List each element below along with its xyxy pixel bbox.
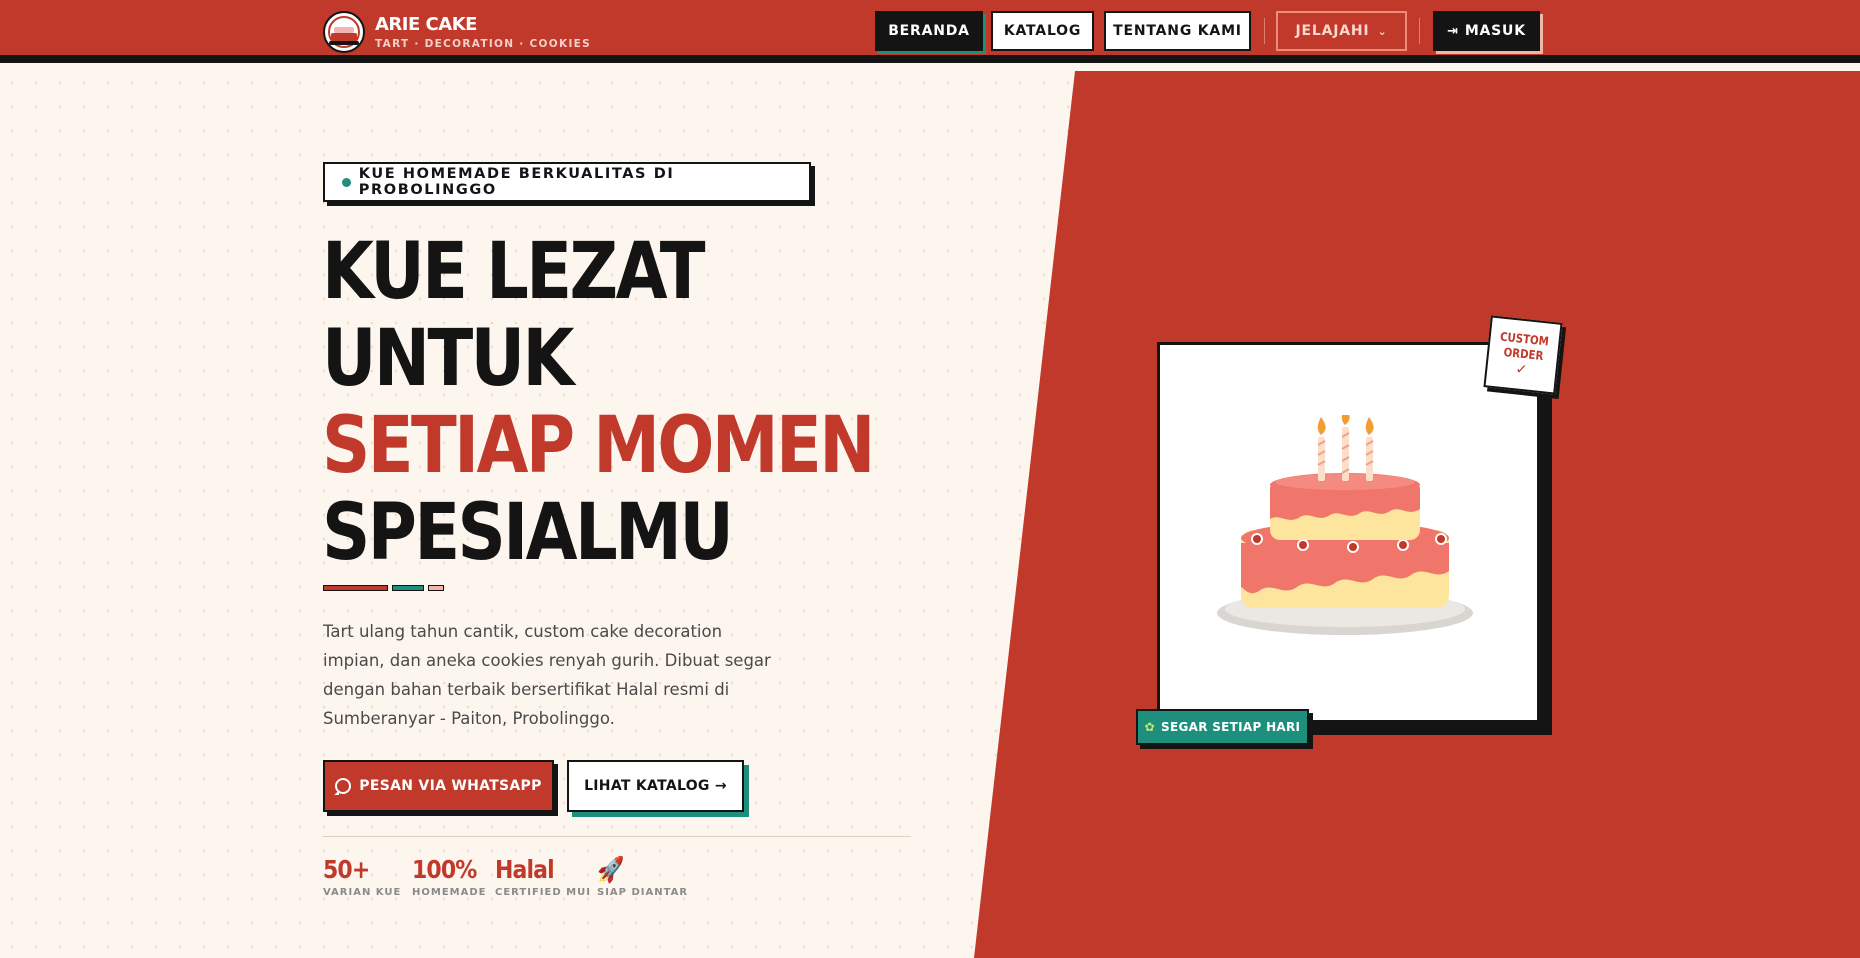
stat-value: 50+ [323,855,370,884]
explore-label: JELAJAHI [1295,23,1370,39]
navbar: ARIE CAKE TART · DECORATION · COOKIES BE… [0,0,1860,63]
leaf-icon: ✿ [1144,720,1156,734]
login-icon: ⇥ [1447,23,1459,39]
nav-item-katalog[interactable]: KATALOG [991,11,1094,51]
rocket-icon: 🚀 [597,855,624,884]
stat-label: CERTIFIED MUI [495,887,591,898]
stat-halal: Halal CERTIFIED MUI [495,855,591,898]
hero-badge: KUE HOMEMADE BERKUALITAS DI PROBOLINGGO [323,162,811,202]
nav-item-tentang-kami[interactable]: TENTANG KAMI [1104,11,1251,51]
stat-homemade: 100% HOMEMADE [412,855,486,898]
cake-logo-icon [323,11,365,53]
headline-line-4: SPESIALMU [322,488,734,578]
stat-label: SIAP DIANTAR [597,887,689,898]
stat-value: Halal [495,855,555,884]
brand-logo-link[interactable]: ARIE CAKE TART · DECORATION · COOKIES [323,11,591,53]
nav-divider [1264,18,1265,44]
birthday-cake-illustration [1217,415,1473,635]
decorative-color-bars [323,585,448,591]
headline-line-3: SETIAP MOMEN [322,401,875,491]
fresh-daily-badge: ✿ SEGAR SETIAP HARI [1136,709,1309,745]
sticker-line-2: ORDER [1502,344,1544,364]
login-label: MASUK [1464,23,1526,39]
hero-headline: KUE LEZAT UNTUK SETIAP MOMEN SPESIALMU [322,227,875,578]
login-button[interactable]: ⇥ MASUK [1433,11,1540,51]
check-icon: ✓ [1514,361,1529,379]
stats-divider [323,836,911,837]
view-catalog-label: LIHAT KATALOG → [584,778,727,794]
hero-description: Tart ulang tahun cantik, custom cake dec… [323,622,771,728]
stat-label: VARIAN KUE [323,887,402,898]
custom-order-sticker: CUSTOM ORDER ✓ [1483,315,1563,395]
fresh-daily-label: SEGAR SETIAP HARI [1161,720,1301,734]
nav-item-beranda[interactable]: BERANDA [875,11,983,51]
brand-tagline: TART · DECORATION · COOKIES [375,37,591,50]
headline-line-1: KUE LEZAT [322,227,705,317]
stat-delivery: 🚀 SIAP DIANTAR [597,855,688,898]
nav-divider [1419,18,1420,44]
headline-line-2: UNTUK [322,314,575,404]
chevron-down-icon: ⌄ [1377,24,1388,38]
whatsapp-icon [335,778,352,794]
brand-name: ARIE CAKE [375,13,477,35]
order-whatsapp-button[interactable]: PESAN VIA WHATSAPP [323,760,554,812]
stat-label: HOMEMADE [412,887,487,898]
hero-badge-text: KUE HOMEMADE BERKUALITAS DI PROBOLINGGO [358,166,675,198]
stat-varian: 50+ VARIAN KUE [323,855,401,898]
order-whatsapp-label: PESAN VIA WHATSAPP [359,778,542,794]
view-catalog-button[interactable]: LIHAT KATALOG → [567,760,744,812]
hero-cake-card [1157,342,1540,723]
status-dot-icon [342,177,351,187]
nav-explore-dropdown[interactable]: JELAJAHI ⌄ [1276,11,1407,51]
stat-value: 100% [412,855,477,884]
